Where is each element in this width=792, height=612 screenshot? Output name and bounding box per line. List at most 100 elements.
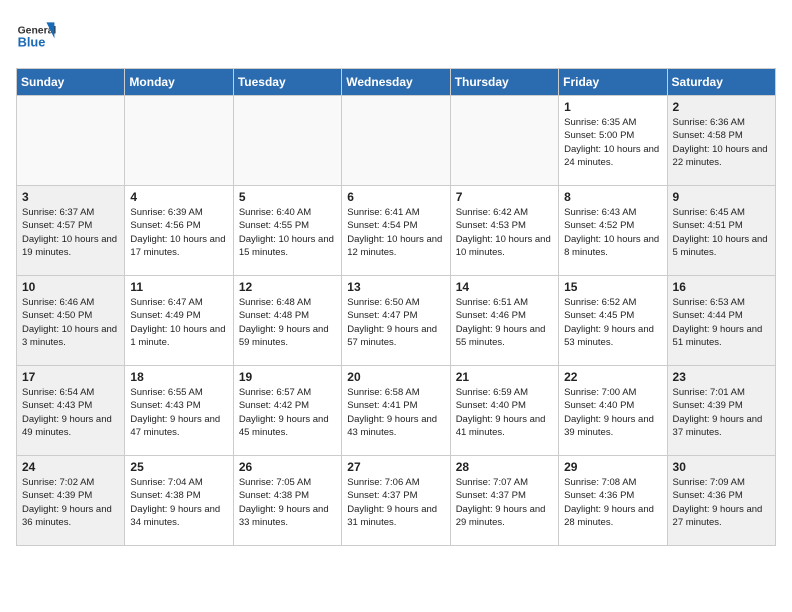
weekday-header-friday: Friday	[559, 69, 667, 96]
day-number: 21	[456, 370, 553, 384]
calendar-cell: 22 Sunrise: 7:00 AMSunset: 4:40 PMDayligh…	[559, 366, 667, 456]
day-number: 8	[564, 190, 661, 204]
calendar-cell: 3Sunrise: 6:37 AMSunset: 4:57 PMDaylight…	[17, 186, 125, 276]
weekday-header-row: SundayMondayTuesdayWednesdayThursdayFrid…	[17, 69, 776, 96]
calendar-cell: 2 Sunrise: 6:36 AMSunset: 4:58 PMDaylight…	[667, 96, 775, 186]
calendar-cell: 1 Sunrise: 6:35 AMSunset: 5:00 PMDaylight…	[559, 96, 667, 186]
day-number: 18	[130, 370, 227, 384]
day-number: 9	[673, 190, 770, 204]
day-info: Sunrise: 7:06 AMSunset: 4:37 PMDaylight:…	[347, 476, 444, 529]
calendar-cell: 10Sunrise: 6:46 AMSunset: 4:50 PMDayligh…	[17, 276, 125, 366]
calendar-cell	[233, 96, 341, 186]
calendar-cell: 16 Sunrise: 6:53 AMSunset: 4:44 PMDayligh…	[667, 276, 775, 366]
day-info: Sunrise: 6:50 AMSunset: 4:47 PMDaylight:…	[347, 296, 444, 349]
calendar-cell: 4Sunrise: 6:39 AMSunset: 4:56 PMDaylight…	[125, 186, 233, 276]
day-info: Sunrise: 6:57 AMSunset: 4:42 PMDaylight:…	[239, 386, 336, 439]
day-number: 7	[456, 190, 553, 204]
day-info: Sunrise: 6:55 AMSunset: 4:43 PMDaylight:…	[130, 386, 227, 439]
calendar-cell: 27 Sunrise: 7:06 AMSunset: 4:37 PMDayligh…	[342, 456, 450, 546]
day-number: 11	[130, 280, 227, 294]
day-info: Sunrise: 6:48 AMSunset: 4:48 PMDaylight:…	[239, 296, 336, 349]
day-info: Sunrise: 6:40 AMSunset: 4:55 PMDaylight:…	[239, 206, 336, 259]
week-row-5: 24 Sunrise: 7:02 AMSunset: 4:39 PMDayligh…	[17, 456, 776, 546]
day-number: 14	[456, 280, 553, 294]
calendar-cell: 11 Sunrise: 6:47 AMSunset: 4:49 PMDayligh…	[125, 276, 233, 366]
calendar-cell	[342, 96, 450, 186]
calendar-cell: 14 Sunrise: 6:51 AMSunset: 4:46 PMDayligh…	[450, 276, 558, 366]
day-info: Sunrise: 6:51 AMSunset: 4:46 PMDaylight:…	[456, 296, 553, 349]
calendar-cell: 13 Sunrise: 6:50 AMSunset: 4:47 PMDayligh…	[342, 276, 450, 366]
svg-text:Blue: Blue	[18, 34, 46, 49]
day-info: Sunrise: 7:07 AMSunset: 4:37 PMDaylight:…	[456, 476, 553, 529]
calendar-cell: 15 Sunrise: 6:52 AMSunset: 4:45 PMDayligh…	[559, 276, 667, 366]
day-number: 12	[239, 280, 336, 294]
week-row-2: 3Sunrise: 6:37 AMSunset: 4:57 PMDaylight…	[17, 186, 776, 276]
day-number: 29	[564, 460, 661, 474]
day-info: Sunrise: 6:59 AMSunset: 4:40 PMDaylight:…	[456, 386, 553, 439]
day-number: 10	[22, 280, 119, 294]
calendar-cell: 24 Sunrise: 7:02 AMSunset: 4:39 PMDayligh…	[17, 456, 125, 546]
day-info: Sunrise: 6:52 AMSunset: 4:45 PMDaylight:…	[564, 296, 661, 349]
calendar-cell: 23 Sunrise: 7:01 AMSunset: 4:39 PMDayligh…	[667, 366, 775, 456]
calendar-cell: 18 Sunrise: 6:55 AMSunset: 4:43 PMDayligh…	[125, 366, 233, 456]
day-info: Sunrise: 6:41 AMSunset: 4:54 PMDaylight:…	[347, 206, 444, 259]
weekday-header-saturday: Saturday	[667, 69, 775, 96]
day-number: 17	[22, 370, 119, 384]
calendar-cell: 5 Sunrise: 6:40 AMSunset: 4:55 PMDaylight…	[233, 186, 341, 276]
day-number: 23	[673, 370, 770, 384]
day-info: Sunrise: 6:54 AMSunset: 4:43 PMDaylight:…	[22, 386, 119, 439]
day-number: 13	[347, 280, 444, 294]
day-info: Sunrise: 7:01 AMSunset: 4:39 PMDaylight:…	[673, 386, 770, 439]
calendar-cell: 29 Sunrise: 7:08 AMSunset: 4:36 PMDayligh…	[559, 456, 667, 546]
calendar-cell: 20Sunrise: 6:58 AMSunset: 4:41 PMDayligh…	[342, 366, 450, 456]
week-row-4: 17 Sunrise: 6:54 AMSunset: 4:43 PMDayligh…	[17, 366, 776, 456]
weekday-header-monday: Monday	[125, 69, 233, 96]
day-info: Sunrise: 6:43 AMSunset: 4:52 PMDaylight:…	[564, 206, 661, 259]
day-info: Sunrise: 7:02 AMSunset: 4:39 PMDaylight:…	[22, 476, 119, 529]
day-info: Sunrise: 6:35 AMSunset: 5:00 PMDaylight:…	[564, 116, 661, 169]
day-number: 24	[22, 460, 119, 474]
day-number: 15	[564, 280, 661, 294]
day-number: 16	[673, 280, 770, 294]
week-row-3: 10Sunrise: 6:46 AMSunset: 4:50 PMDayligh…	[17, 276, 776, 366]
day-number: 25	[130, 460, 227, 474]
day-number: 2	[673, 100, 770, 114]
weekday-header-wednesday: Wednesday	[342, 69, 450, 96]
day-number: 19	[239, 370, 336, 384]
calendar-cell: 26Sunrise: 7:05 AMSunset: 4:38 PMDayligh…	[233, 456, 341, 546]
day-number: 27	[347, 460, 444, 474]
calendar-cell: 17 Sunrise: 6:54 AMSunset: 4:43 PMDayligh…	[17, 366, 125, 456]
day-info: Sunrise: 6:36 AMSunset: 4:58 PMDaylight:…	[673, 116, 770, 169]
calendar-cell: 9Sunrise: 6:45 AMSunset: 4:51 PMDaylight…	[667, 186, 775, 276]
day-info: Sunrise: 6:42 AMSunset: 4:53 PMDaylight:…	[456, 206, 553, 259]
logo-icon: General Blue	[16, 16, 56, 56]
day-number: 1	[564, 100, 661, 114]
calendar-cell: 7 Sunrise: 6:42 AMSunset: 4:53 PMDaylight…	[450, 186, 558, 276]
calendar-cell: 25 Sunrise: 7:04 AMSunset: 4:38 PMDayligh…	[125, 456, 233, 546]
day-number: 5	[239, 190, 336, 204]
day-info: Sunrise: 7:08 AMSunset: 4:36 PMDaylight:…	[564, 476, 661, 529]
calendar-cell	[125, 96, 233, 186]
week-row-1: 1 Sunrise: 6:35 AMSunset: 5:00 PMDaylight…	[17, 96, 776, 186]
day-info: Sunrise: 6:39 AMSunset: 4:56 PMDaylight:…	[130, 206, 227, 259]
page-header: General Blue	[16, 16, 776, 56]
day-info: Sunrise: 7:04 AMSunset: 4:38 PMDaylight:…	[130, 476, 227, 529]
logo: General Blue	[16, 16, 60, 56]
weekday-header-tuesday: Tuesday	[233, 69, 341, 96]
day-number: 20	[347, 370, 444, 384]
calendar-cell: 8 Sunrise: 6:43 AMSunset: 4:52 PMDaylight…	[559, 186, 667, 276]
day-number: 30	[673, 460, 770, 474]
day-number: 6	[347, 190, 444, 204]
calendar-cell: 6 Sunrise: 6:41 AMSunset: 4:54 PMDaylight…	[342, 186, 450, 276]
calendar-cell: 19 Sunrise: 6:57 AMSunset: 4:42 PMDayligh…	[233, 366, 341, 456]
day-info: Sunrise: 6:37 AMSunset: 4:57 PMDaylight:…	[22, 206, 119, 259]
calendar-cell: 30Sunrise: 7:09 AMSunset: 4:36 PMDayligh…	[667, 456, 775, 546]
day-info: Sunrise: 6:47 AMSunset: 4:49 PMDaylight:…	[130, 296, 227, 349]
day-info: Sunrise: 6:53 AMSunset: 4:44 PMDaylight:…	[673, 296, 770, 349]
day-info: Sunrise: 7:00 AMSunset: 4:40 PMDaylight:…	[564, 386, 661, 439]
weekday-header-thursday: Thursday	[450, 69, 558, 96]
calendar-cell	[17, 96, 125, 186]
day-number: 22	[564, 370, 661, 384]
calendar-cell: 12 Sunrise: 6:48 AMSunset: 4:48 PMDayligh…	[233, 276, 341, 366]
calendar-table: SundayMondayTuesdayWednesdayThursdayFrid…	[16, 68, 776, 546]
